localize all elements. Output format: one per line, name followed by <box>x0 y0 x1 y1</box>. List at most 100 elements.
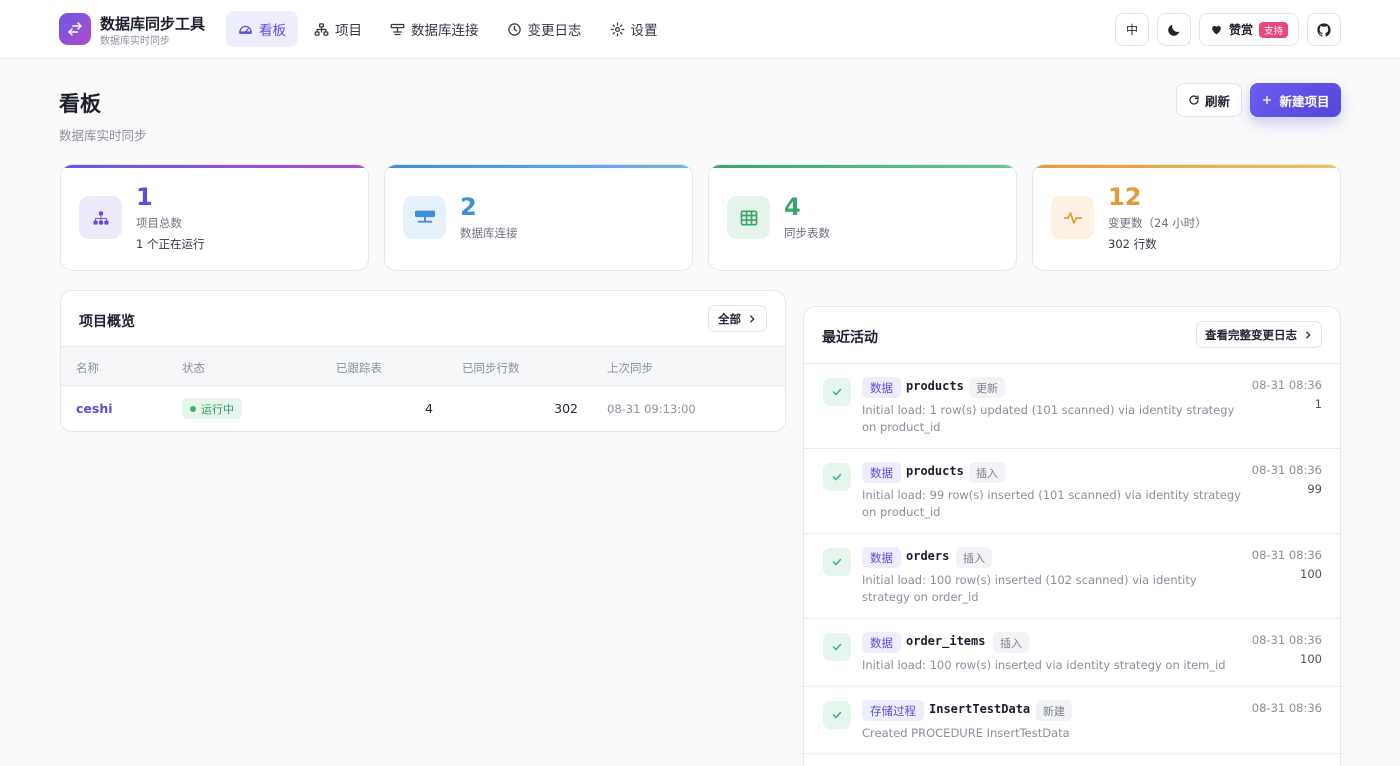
stat-label: 同步表数 <box>784 226 830 240</box>
theme-toggle-button[interactable] <box>1157 13 1191 46</box>
activity-time: 08-31 08:36 <box>1251 378 1322 392</box>
activity-count: 100 <box>1300 567 1322 581</box>
activity-item-partial[interactable] <box>804 753 1340 766</box>
table-icon <box>740 210 757 225</box>
activity-time: 08-31 08:36 <box>1251 548 1322 562</box>
swap-arrows-icon <box>68 22 82 36</box>
check-icon <box>832 388 842 396</box>
language-label: 中 <box>1125 23 1138 37</box>
nav-changelog[interactable]: 变更日志 <box>495 11 594 47</box>
server-icon <box>414 210 435 223</box>
top-bar: 数据库同步工具 数据库实时同步 看板 项目 数据库连接 变更日志 设置 中 赞赏 <box>0 0 1400 59</box>
nav-projects-label: 项目 <box>335 23 362 39</box>
moon-icon <box>1168 24 1180 36</box>
stat-card-changes: 12 变更数（24 小时） 302 行数 <box>1032 164 1341 271</box>
activity-count: 1 <box>1314 397 1322 411</box>
activity-object-name: order_items <box>906 634 986 648</box>
stat-extra: 1 个正在运行 <box>136 237 205 251</box>
view-changelog-label: 查看完整变更日志 <box>1205 327 1297 342</box>
project-overview-panel: 项目概览 全部 名称 状态 已跟踪表 已同步行数 上次同步 ceshi 运行中 … <box>60 290 786 432</box>
card-accent-bar <box>709 165 1016 168</box>
view-all-label: 全部 <box>718 311 741 326</box>
donate-button[interactable]: 赞赏 支持 <box>1199 13 1299 46</box>
new-project-button[interactable]: 新建项目 <box>1250 83 1341 117</box>
view-all-projects-button[interactable]: 全部 <box>708 305 767 332</box>
activity-item[interactable]: 数据 products 更新 Initial load: 1 row(s) up… <box>804 363 1340 448</box>
activity-title: 最近活动 <box>822 330 878 346</box>
refresh-icon <box>1189 95 1199 105</box>
activity-type-badge: 数据 <box>862 462 901 483</box>
github-icon <box>1317 22 1331 36</box>
column-header-tracked: 已跟踪表 <box>336 361 382 375</box>
nav-dashboard[interactable]: 看板 <box>226 11 298 47</box>
nav-projects[interactable]: 项目 <box>302 11 374 47</box>
status-badge: 运行中 <box>182 398 242 419</box>
activity-type-badge: 数据 <box>862 547 901 568</box>
card-accent-bar <box>385 165 692 168</box>
nav-connections[interactable]: 数据库连接 <box>378 11 491 47</box>
server-icon <box>390 23 405 35</box>
tracked-tables-value: 4 <box>425 401 433 416</box>
activity-time: 08-31 08:36 <box>1251 701 1322 715</box>
app-logo[interactable] <box>59 13 91 45</box>
project-name-link[interactable]: ceshi <box>76 401 113 416</box>
nav-dashboard-label: 看板 <box>259 23 286 39</box>
github-button[interactable] <box>1307 13 1341 46</box>
recent-activity-panel: 最近活动 查看完整变更日志 数据 products 更新 Initial loa… <box>803 306 1341 766</box>
check-icon <box>832 473 842 481</box>
activity-item[interactable]: 数据 products 插入 Initial load: 99 row(s) i… <box>804 448 1340 533</box>
app-title: 数据库同步工具 <box>100 15 206 33</box>
activity-type-badge: 存储过程 <box>862 700 924 721</box>
success-check-icon-box <box>823 463 851 491</box>
view-full-changelog-button[interactable]: 查看完整变更日志 <box>1196 321 1322 348</box>
stat-icon-box <box>1051 196 1094 239</box>
stat-value: 4 <box>784 193 801 221</box>
nav-connections-label: 数据库连接 <box>411 23 479 39</box>
dashboard-icon <box>239 25 252 34</box>
activity-op-badge: 更新 <box>969 377 1005 398</box>
activity-object-name: products <box>906 379 964 393</box>
success-check-icon-box <box>823 378 851 406</box>
gear-icon <box>610 22 624 36</box>
sitemap-icon <box>93 210 108 225</box>
activity-op-badge: 插入 <box>993 632 1029 653</box>
activity-description: Initial load: 100 row(s) inserted via id… <box>862 658 1226 672</box>
nav-settings-label: 设置 <box>630 23 658 39</box>
main-nav: 看板 项目 数据库连接 变更日志 设置 <box>226 11 670 47</box>
page-title: 看板 <box>59 92 101 116</box>
column-header-name: 名称 <box>76 361 99 375</box>
chevron-right-icon <box>750 314 755 323</box>
activity-description: Initial load: 1 row(s) updated (101 scan… <box>862 403 1235 434</box>
table-row[interactable]: ceshi 运行中 4 302 08-31 09:13:00 <box>61 386 785 431</box>
plus-icon <box>1263 95 1272 105</box>
activity-object-name: orders <box>906 549 950 563</box>
clock-icon <box>507 22 521 36</box>
last-sync-value: 08-31 09:13:00 <box>607 402 696 416</box>
column-header-synced: 已同步行数 <box>462 361 520 375</box>
refresh-button[interactable]: 刷新 <box>1176 83 1242 117</box>
activity-op-badge: 新建 <box>1036 700 1072 721</box>
stat-value: 2 <box>460 193 477 221</box>
success-check-icon-box <box>823 701 851 729</box>
card-accent-bar <box>1033 165 1340 168</box>
language-toggle[interactable]: 中 <box>1115 13 1149 46</box>
page-subtitle: 数据库实时同步 <box>59 128 147 143</box>
heart-icon <box>1212 25 1221 35</box>
activity-object-name: InsertTestData <box>929 702 1031 716</box>
stat-extra: 302 行数 <box>1108 237 1157 251</box>
sitemap-icon <box>314 22 329 36</box>
stat-card-projects: 1 项目总数 1 个正在运行 <box>60 164 369 271</box>
activity-item[interactable]: 存储过程 InsertTestData 新建 Created PROCEDURE… <box>804 686 1340 753</box>
activity-op-badge: 插入 <box>956 547 992 568</box>
status-dot <box>190 405 196 412</box>
activity-item[interactable]: 数据 order_items 插入 Initial load: 100 row(… <box>804 618 1340 686</box>
activity-item[interactable]: 数据 orders 插入 Initial load: 100 row(s) in… <box>804 533 1340 618</box>
app-subtitle: 数据库实时同步 <box>100 36 170 47</box>
activity-count: 99 <box>1307 482 1322 496</box>
synced-rows-value: 302 <box>554 401 578 416</box>
nav-settings[interactable]: 设置 <box>598 11 670 47</box>
check-icon <box>832 711 842 719</box>
check-icon <box>832 558 842 566</box>
activity-op-badge: 插入 <box>969 462 1005 483</box>
activity-description: Initial load: 99 row(s) inserted (101 sc… <box>862 488 1241 519</box>
